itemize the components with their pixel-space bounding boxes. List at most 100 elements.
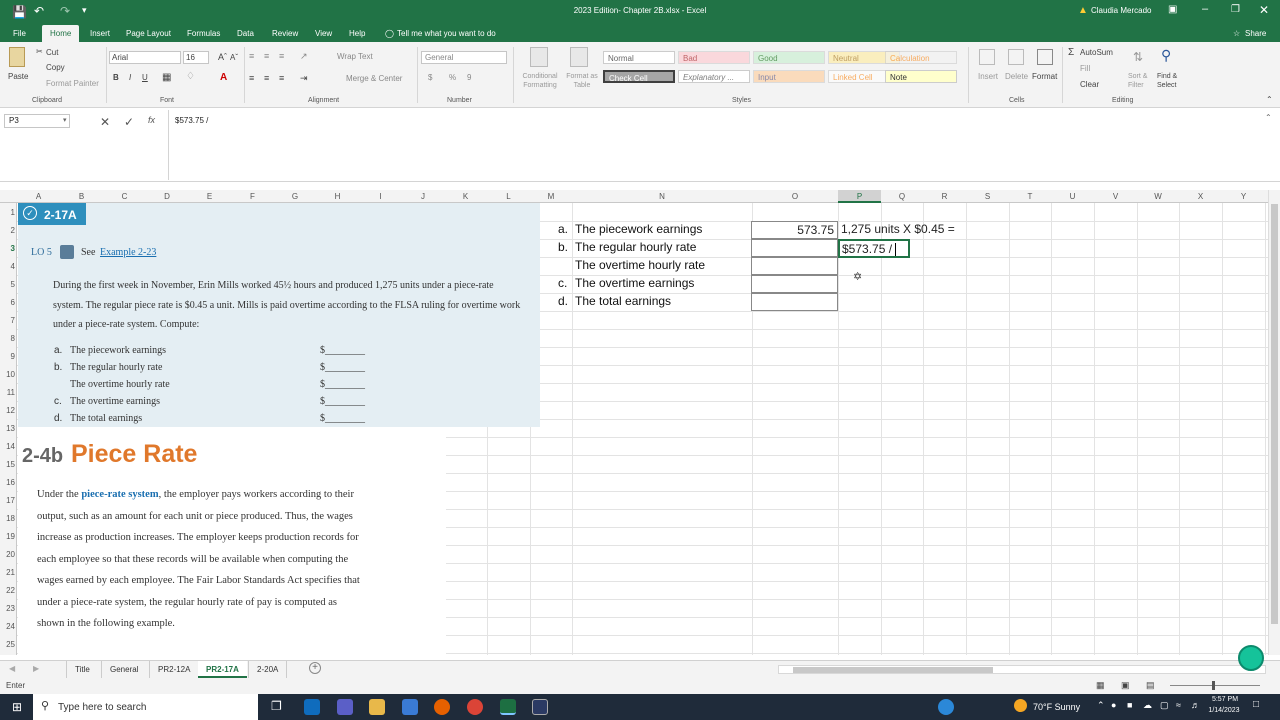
name-box-dropdown-icon[interactable]: ▾ bbox=[63, 116, 67, 124]
onedrive-icon[interactable]: ☁ bbox=[1143, 700, 1152, 711]
task-label-overtime-rate[interactable]: The overtime hourly rate bbox=[575, 258, 705, 272]
cut-icon[interactable]: ✂ bbox=[36, 47, 43, 56]
format-painter-button[interactable]: Format Painter bbox=[46, 79, 99, 88]
tray-app-icon[interactable]: ● bbox=[1111, 700, 1116, 710]
teams-icon[interactable] bbox=[337, 699, 353, 715]
col-header-p[interactable]: P bbox=[838, 190, 881, 203]
answer-cell-overtime-rate[interactable] bbox=[751, 257, 838, 275]
paste-icon[interactable] bbox=[9, 47, 25, 67]
notifications-icon[interactable]: □ bbox=[1253, 699, 1259, 710]
format-cells-button[interactable]: Format bbox=[1032, 72, 1057, 81]
sort-filter-button[interactable]: Sort & Filter bbox=[1128, 72, 1156, 90]
horizontal-scroll-thumb[interactable] bbox=[793, 667, 993, 673]
font-name-select[interactable]: Arial bbox=[109, 51, 181, 64]
problem-image[interactable]: 2-17A ✓ LO 5 See Example 2-23 During the… bbox=[18, 203, 540, 427]
col-header-i[interactable]: I bbox=[359, 192, 402, 201]
col-header-b[interactable]: B bbox=[60, 192, 103, 201]
col-header-s[interactable]: S bbox=[966, 192, 1009, 201]
row-header-18[interactable]: 18 bbox=[0, 514, 15, 523]
row-header-17[interactable]: 17 bbox=[0, 496, 15, 505]
col-header-v[interactable]: V bbox=[1094, 192, 1137, 201]
col-header-f[interactable]: F bbox=[231, 192, 274, 201]
style-bad[interactable]: Bad bbox=[678, 51, 750, 64]
col-header-t[interactable]: T bbox=[1009, 192, 1051, 201]
row-header-14[interactable]: 14 bbox=[0, 442, 15, 451]
volume-icon[interactable]: ♬ bbox=[1191, 700, 1200, 710]
col-header-n[interactable]: N bbox=[572, 192, 752, 201]
tab-view[interactable]: View bbox=[315, 29, 332, 38]
number-format-select[interactable]: General bbox=[421, 51, 507, 64]
zoom-slider-thumb[interactable] bbox=[1212, 681, 1215, 690]
answer-cell-b[interactable] bbox=[751, 239, 838, 257]
windows-start-icon[interactable]: ⊞ bbox=[12, 700, 22, 714]
clock-date[interactable]: 1/14/2023 bbox=[1204, 707, 1244, 714]
row-header-20[interactable]: 20 bbox=[0, 550, 15, 559]
task-view-icon[interactable]: ❐ bbox=[271, 699, 282, 713]
close-icon[interactable]: ✕ bbox=[1259, 3, 1269, 17]
indent-icon[interactable]: ⇥ bbox=[300, 73, 308, 84]
tray-app-icon-2[interactable]: ■ bbox=[1127, 700, 1132, 710]
cancel-entry-icon[interactable]: ✕ bbox=[100, 115, 110, 129]
row-header-7[interactable]: 7 bbox=[0, 316, 15, 325]
tray-overflow-icon[interactable]: ⌃ bbox=[1097, 700, 1105, 711]
share-button[interactable]: Share bbox=[1245, 29, 1266, 38]
app-icon[interactable] bbox=[532, 699, 548, 715]
row-header-1[interactable]: 1 bbox=[0, 208, 15, 217]
calculator-icon[interactable] bbox=[402, 699, 418, 715]
clear-button[interactable]: Clear bbox=[1080, 80, 1099, 89]
borders-icon[interactable]: ▦ bbox=[162, 72, 171, 83]
row-header-2[interactable]: 2 bbox=[0, 226, 15, 235]
col-header-d[interactable]: D bbox=[146, 192, 188, 201]
style-check-cell[interactable]: Check Cell bbox=[603, 70, 675, 83]
row-header-16[interactable]: 16 bbox=[0, 478, 15, 487]
style-normal[interactable]: Normal bbox=[603, 51, 675, 64]
cut-button[interactable]: Cut bbox=[46, 48, 58, 57]
col-header-r[interactable]: R bbox=[923, 192, 966, 201]
autosum-icon[interactable]: Σ bbox=[1068, 47, 1074, 58]
fill-button[interactable]: Fill bbox=[1080, 64, 1090, 73]
tell-me-box[interactable]: Tell me what you want to do bbox=[397, 29, 496, 38]
find-icon[interactable]: ⚲ bbox=[1161, 47, 1171, 64]
row-header-21[interactable]: 21 bbox=[0, 568, 15, 577]
section-image[interactable]: 2-4b Piece Rate Under the piece-rate sys… bbox=[18, 427, 446, 655]
col-header-x[interactable]: X bbox=[1179, 192, 1222, 201]
bold-button[interactable]: B bbox=[113, 73, 119, 82]
excel-icon[interactable] bbox=[500, 699, 516, 715]
align-right-icon[interactable]: ≡ bbox=[279, 73, 284, 83]
col-header-w[interactable]: W bbox=[1137, 192, 1179, 201]
user-name[interactable]: Claudia Mercado bbox=[1091, 6, 1151, 15]
answer-cell-a[interactable]: 573.75 bbox=[751, 221, 838, 239]
tab-help[interactable]: Help bbox=[349, 29, 365, 38]
comma-button[interactable]: 9 bbox=[467, 73, 471, 82]
col-header-q[interactable]: Q bbox=[881, 192, 923, 201]
italic-button[interactable]: I bbox=[129, 73, 131, 82]
format-cells-icon[interactable] bbox=[1037, 49, 1053, 65]
row-header-24[interactable]: 24 bbox=[0, 622, 15, 631]
network-icon[interactable]: ▢ bbox=[1160, 700, 1169, 711]
currency-button[interactable]: $ bbox=[428, 73, 432, 82]
tab-review[interactable]: Review bbox=[272, 29, 298, 38]
tab-home[interactable]: Home bbox=[42, 25, 80, 43]
row-header-5[interactable]: 5 bbox=[0, 280, 15, 289]
zoom-slider[interactable] bbox=[1170, 685, 1260, 686]
underline-button[interactable]: U bbox=[142, 73, 148, 82]
page-break-view-icon[interactable]: ▤ bbox=[1146, 680, 1155, 691]
font-size-select[interactable]: 16 bbox=[183, 51, 209, 64]
row-header-6[interactable]: 6 bbox=[0, 298, 15, 307]
align-left-icon[interactable]: ≡ bbox=[249, 73, 254, 83]
vertical-scrollbar[interactable] bbox=[1268, 190, 1280, 655]
sheet-tab-pr2-12a[interactable]: PR2-12A bbox=[149, 661, 198, 678]
row-header-15[interactable]: 15 bbox=[0, 460, 15, 469]
merge-center-button[interactable]: Merge & Center bbox=[346, 74, 402, 83]
col-header-y[interactable]: Y bbox=[1222, 192, 1265, 201]
align-bottom-icon[interactable]: ≡ bbox=[279, 51, 284, 61]
fill-color-icon[interactable]: ♢ bbox=[186, 71, 195, 82]
style-note[interactable]: Note bbox=[885, 70, 957, 83]
conditional-formatting-button[interactable]: Conditional Formatting bbox=[518, 72, 562, 90]
tab-formulas[interactable]: Formulas bbox=[187, 29, 220, 38]
style-calculation[interactable]: Calculation bbox=[885, 51, 957, 64]
col-header-c[interactable]: C bbox=[103, 192, 146, 201]
percent-button[interactable]: % bbox=[449, 73, 456, 82]
col-header-o[interactable]: O bbox=[752, 192, 838, 201]
ribbon-display-icon[interactable]: ▣ bbox=[1168, 4, 1177, 15]
